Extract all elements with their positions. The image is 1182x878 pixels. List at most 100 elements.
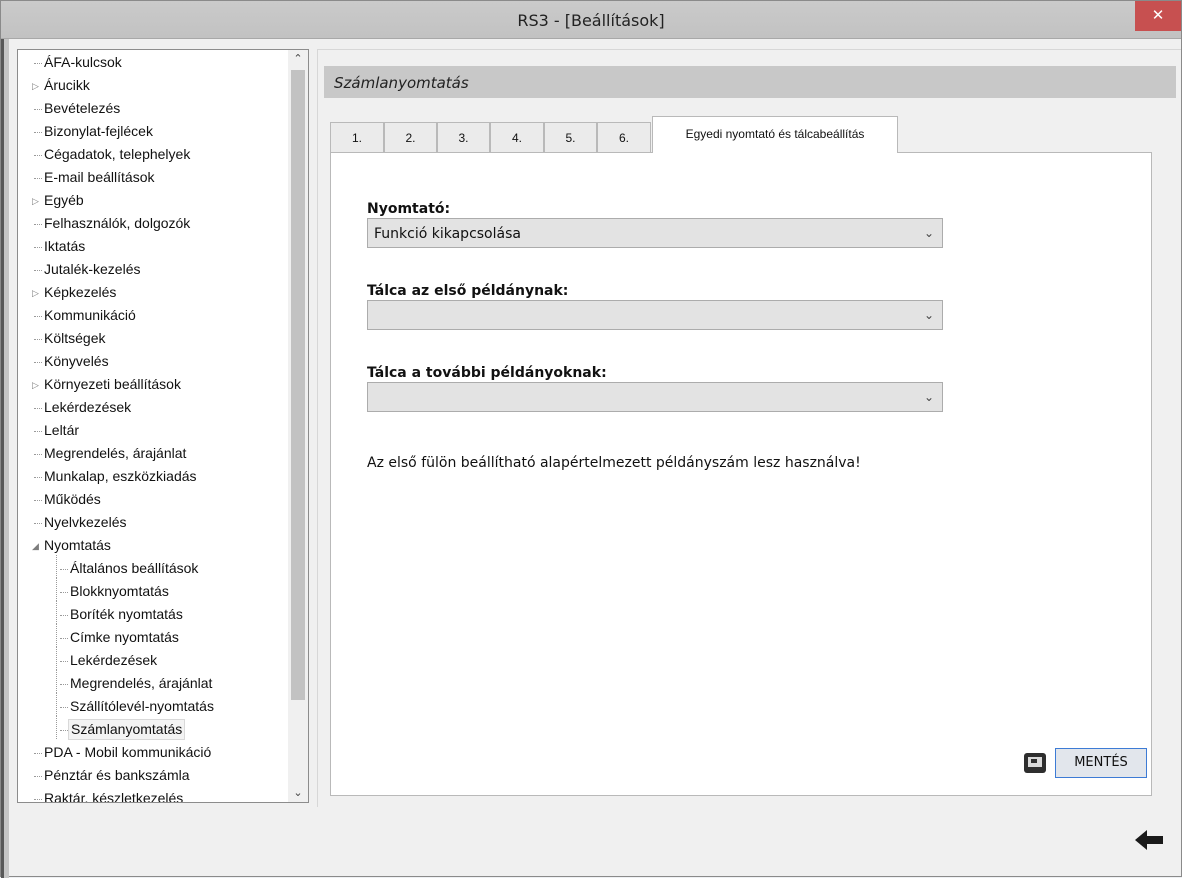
tree-item[interactable]: Munkalap, eszközkiadás — [18, 467, 288, 490]
tree-connector — [34, 408, 42, 409]
tree-connector — [56, 601, 57, 624]
tree-item[interactable]: ▷ Környezeti beállítások — [18, 375, 288, 398]
tree-item[interactable]: Kommunikáció — [18, 306, 288, 329]
other-tray-select[interactable]: ⌄ — [367, 382, 943, 412]
tree-item-label: Leltár — [44, 422, 80, 438]
tree-item-label: Boríték nyomtatás — [70, 606, 183, 622]
tree-item[interactable]: Általános beállítások — [18, 555, 288, 582]
tree-item-label: Jutalék-kezelés — [44, 261, 141, 277]
tree-item[interactable]: Boríték nyomtatás — [18, 601, 288, 628]
tree-item[interactable]: Pénztár és bankszámla — [18, 766, 288, 789]
tree-connector — [34, 431, 42, 432]
tree-item[interactable]: Működés — [18, 490, 288, 513]
tree-item[interactable]: Lekérdezések — [18, 647, 288, 674]
tab-3[interactable]: 3. — [437, 122, 490, 152]
expand-icon[interactable]: ▷ — [32, 80, 39, 92]
tree-connector — [60, 615, 68, 616]
tree-connector — [34, 132, 42, 133]
tree-item[interactable]: ▷ Árucikk — [18, 76, 288, 99]
expand-icon[interactable]: ▷ — [32, 287, 39, 299]
settings-content: Számlanyomtatás 1. 2. 3. 4. 5. 6. Egyedi… — [317, 49, 1181, 807]
tree-item-label: Szállítólevél-nyomtatás — [70, 698, 214, 714]
tree-connector — [56, 670, 57, 693]
screen-icon[interactable] — [1024, 753, 1046, 773]
first-tray-select[interactable]: ⌄ — [367, 300, 943, 330]
tree-item[interactable]: Jutalék-kezelés — [18, 260, 288, 283]
tree-item[interactable]: Cégadatok, telephelyek — [18, 145, 288, 168]
settings-window: RS3 - [Beállítások] ✕ ÁFA-kulcsok ▷ Árucik… — [0, 0, 1182, 878]
tree-item[interactable]: Szállítólevél-nyomtatás — [18, 693, 288, 720]
tree-connector — [60, 638, 68, 639]
chevron-up-icon[interactable]: ⌃ — [288, 50, 308, 68]
tab-label: 2. — [405, 131, 416, 145]
tree-item-label: Kommunikáció — [44, 307, 136, 323]
tree-item[interactable]: Bevételezés — [18, 99, 288, 122]
tree-connector — [60, 592, 68, 593]
tab-label: 6. — [618, 131, 629, 145]
back-arrow-icon[interactable] — [1133, 828, 1165, 852]
tree-item[interactable]: Nyelvkezelés — [18, 513, 288, 536]
tree-connector — [60, 661, 68, 662]
expand-icon[interactable]: ▷ — [32, 195, 39, 207]
other-tray-label: Tálca a további példányoknak: — [367, 365, 607, 381]
tree-item-label: Felhasználók, dolgozók — [44, 215, 191, 231]
tree-item[interactable]: Blokknyomtatás — [18, 578, 288, 605]
save-button[interactable]: MENTÉS — [1055, 748, 1147, 778]
tree-item[interactable]: PDA - Mobil kommunikáció — [18, 743, 288, 766]
tree-item[interactable]: Bizonylat-fejlécek — [18, 122, 288, 145]
tree-item[interactable]: Címke nyomtatás — [18, 624, 288, 651]
tree-item[interactable]: Felhasználók, dolgozók — [18, 214, 288, 237]
tree-item[interactable]: Iktatás — [18, 237, 288, 260]
chevron-down-icon: ⌄ — [923, 308, 934, 322]
printer-select[interactable]: Funkció kikapcsolása ⌄ — [367, 218, 943, 248]
collapse-icon[interactable]: ◢ — [32, 540, 39, 552]
tree-item[interactable]: Számlanyomtatás — [18, 716, 288, 743]
tab-body: Nyomtató: Funkció kikapcsolása ⌄ Tálca a… — [330, 152, 1152, 796]
tree-item-label: Megrendelés, árajánlat — [70, 675, 213, 691]
tree-connector — [56, 624, 57, 647]
tree-item[interactable]: ÁFA-kulcsok — [18, 53, 288, 76]
tree-item[interactable]: ▷ Képkezelés — [18, 283, 288, 306]
tree-scrollbar[interactable]: ⌃ ⌄ — [288, 50, 308, 802]
tab-4[interactable]: 4. — [490, 122, 544, 152]
printer-select-value: Funkció kikapcsolása — [374, 226, 521, 242]
tab-1[interactable]: 1. — [330, 122, 384, 152]
scroll-thumb[interactable] — [291, 70, 305, 700]
tab-custom-printer[interactable]: Egyedi nyomtató és tálcabeállítás — [652, 116, 898, 153]
tree-item[interactable]: Megrendelés, árajánlat — [18, 444, 288, 467]
tree-connector — [60, 684, 68, 685]
tree-item[interactable]: E-mail beállítások — [18, 168, 288, 191]
tree-item-label: Számlanyomtatás — [68, 719, 186, 740]
window-left-edge — [1, 39, 4, 878]
tree-item[interactable]: Megrendelés, árajánlat — [18, 670, 288, 697]
close-icon: ✕ — [1151, 6, 1165, 24]
tree-item[interactable]: Költségek — [18, 329, 288, 352]
tree-item[interactable]: Lekérdezések — [18, 398, 288, 421]
tree-item[interactable]: Könyvelés — [18, 352, 288, 375]
tab-container: 1. 2. 3. 4. 5. 6. Egyedi nyomtató és tál… — [330, 116, 1152, 796]
tree-connector — [34, 63, 42, 64]
close-button[interactable]: ✕ — [1135, 1, 1181, 31]
tree-item[interactable]: Raktár, készletkezelés — [18, 789, 288, 803]
first-tray-label: Tálca az első példánynak: — [367, 283, 569, 299]
tree-item[interactable]: ▷ Egyéb — [18, 191, 288, 214]
tree-item-label: Működés — [44, 491, 101, 507]
chevron-down-icon[interactable]: ⌄ — [288, 784, 308, 802]
tab-label: 5. — [565, 131, 576, 145]
tab-6[interactable]: 6. — [597, 122, 651, 152]
tree-connector — [60, 569, 68, 570]
settings-tree[interactable]: ÁFA-kulcsok ▷ Árucikk Bevételezés Bizonylat-… — [17, 49, 309, 803]
chevron-down-icon: ⌄ — [923, 226, 934, 240]
tree-list: ÁFA-kulcsok ▷ Árucikk Bevételezés Bizonylat-… — [18, 53, 288, 803]
tree-connector — [34, 270, 42, 271]
tab-5[interactable]: 5. — [544, 122, 597, 152]
expand-icon[interactable]: ▷ — [32, 379, 39, 391]
section-title: Számlanyomtatás — [334, 74, 469, 92]
tree-item[interactable]: Leltár — [18, 421, 288, 444]
tree-connector — [34, 477, 42, 478]
tree-item[interactable]: ◢ Nyomtatás — [18, 536, 288, 559]
tab-2[interactable]: 2. — [384, 122, 437, 152]
tree-connector — [34, 362, 42, 363]
tree-item-label: Pénztár és bankszámla — [44, 767, 190, 783]
tree-item-label: Raktár, készletkezelés — [44, 790, 184, 803]
